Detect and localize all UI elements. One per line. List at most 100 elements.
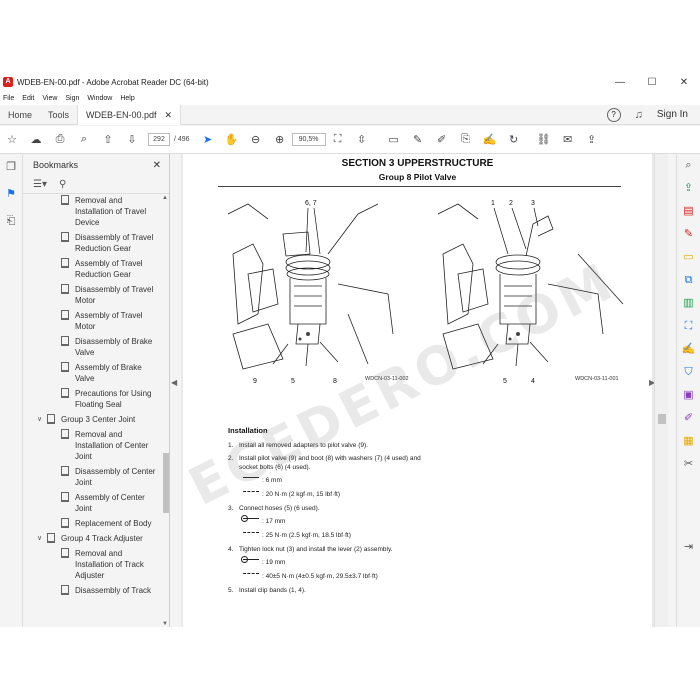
wrench-icon [241,556,259,566]
close-window-button[interactable]: ✕ [668,77,700,88]
more-tools-icon[interactable]: ✂ [677,453,700,476]
comment-icon[interactable]: ▭ [382,133,406,146]
bookmark-item[interactable]: Disassembly of Brake Valve [23,336,162,358]
bookmark-item[interactable]: Disassembly of Travel Reduction Gear [23,232,162,254]
bookmarks-scroll-thumb[interactable] [163,453,169,513]
create-pdf-icon[interactable]: ▤ [677,200,700,223]
tab-document[interactable]: WDEB-EN-00.pdf ✕ [77,104,182,125]
hand-tool-icon[interactable]: ✋ [220,133,244,146]
bookmark-item[interactable]: Assembly of Travel Motor [23,310,162,332]
bookmark-item[interactable]: Disassembly of Travel Motor [23,284,162,306]
bookmark-ribbon-icon [61,585,69,595]
menu-view[interactable]: View [42,95,57,102]
bookmark-item[interactable]: Removal and Installation of Track Adjust… [23,548,162,581]
bookmark-label: Assembly of Travel Reduction Gear [75,259,143,279]
document-scroll-thumb[interactable] [658,414,666,424]
stamp-icon[interactable]: ⎘ [454,133,478,146]
select-cursor-icon[interactable]: ➤ [196,133,220,146]
add-bookmark-icon[interactable]: ⚲ [59,179,66,190]
bookmark-item[interactable]: Disassembly of Track [23,585,162,596]
star-icon[interactable]: ☆ [0,133,24,146]
bookmark-ribbon-icon [61,362,69,372]
export-pdf-icon[interactable]: ⇪ [677,177,700,200]
expand-pane-icon[interactable]: ⇥ [677,536,700,559]
combine-files-icon[interactable]: ⧉ [677,269,700,292]
draw-icon[interactable]: ✐ [430,133,454,146]
minimize-button[interactable]: — [604,77,636,88]
bookmark-group[interactable]: ∨ Group 4 Track Adjuster [23,533,162,544]
bookmark-item[interactable]: Removal and Installation of Center Joint [23,429,162,462]
tab-tools[interactable]: Tools [40,105,77,125]
bookmark-options-icon[interactable]: ☰▾ [33,179,47,190]
maximize-button[interactable]: ☐ [636,77,668,88]
zoom-search-icon[interactable]: ⌕ [72,133,96,146]
hex-icon [243,477,259,484]
menu-window[interactable]: Window [87,95,112,102]
share-link-icon[interactable]: ⛓ [532,133,556,146]
bookmark-label: Disassembly of Brake Valve [75,337,153,357]
highlight-pen-icon[interactable]: ✎ [406,133,430,146]
document-view[interactable]: SECTION 3 UPPERSTRUCTURE Group 8 Pilot V… [181,154,654,627]
send-for-signature-icon[interactable]: ▣ [677,384,700,407]
notification-bell-icon[interactable]: ♫ [635,109,643,121]
scan-icon[interactable]: ⛶ [677,315,700,338]
tab-bar: Home Tools WDEB-EN-00.pdf ✕ ? ♫ Sign In [0,104,700,125]
search-tools-icon[interactable]: ⌕ [677,154,700,177]
callout-6-7: 6, 7 [305,200,317,207]
bookmark-label: Assembly of Center Joint [75,493,145,513]
bookmark-item[interactable]: Precautions for Using Floating Seal [23,388,162,410]
menu-sign[interactable]: Sign [65,95,79,102]
comment-tool-icon[interactable]: ▭ [677,246,700,269]
export-icon[interactable]: ⇪ [580,133,604,146]
fill-sign-tool-icon[interactable]: ✍ [677,338,700,361]
protect-shield-icon[interactable]: ⛉ [677,361,700,384]
menu-help[interactable]: Help [120,95,134,102]
chevron-down-icon[interactable]: ∨ [37,533,47,544]
upload-cloud-icon[interactable]: ☁ [24,133,48,146]
tab-close-button[interactable]: ✕ [164,105,172,125]
bookmark-label: Removal and Installation of Center Joint [75,430,149,461]
bookmarks-scrollbar[interactable]: ▲ ▼ [162,195,170,627]
edit-pdf-icon[interactable]: ✎ [677,223,700,246]
page-down-icon[interactable]: ⇩ [120,133,144,146]
bookmark-icon[interactable]: ⚑ [0,181,22,208]
help-button[interactable]: ? [606,107,621,122]
sign-in-button[interactable]: Sign In [657,109,688,120]
page-total: / 496 [174,136,190,143]
bookmark-item[interactable]: Replacement of Body [23,518,162,529]
spec-value: : 20 N·m (2 kgf·m, 15 lbf·ft) [262,491,341,498]
scroll-up-arrow-icon[interactable]: ▲ [162,195,168,201]
bookmark-item[interactable]: Disassembly of Center Joint [23,466,162,488]
scroll-mode-icon[interactable]: ⇳ [350,133,374,146]
menu-edit[interactable]: Edit [22,95,34,102]
attachment-icon[interactable]: ⎗ [0,208,22,235]
print-icon[interactable]: ⎙ [48,133,72,146]
chevron-down-icon[interactable]: ∨ [37,414,47,425]
collapse-left-panel-icon[interactable]: ◀ [171,378,177,387]
page-up-icon[interactable]: ⇧ [96,133,120,146]
page-fit-icon[interactable]: ⛶ [326,133,350,146]
bookmark-item[interactable]: Assembly of Center Joint [23,492,162,514]
step-number: 3. [228,505,234,512]
zoom-in-icon[interactable]: ⊕ [268,133,292,146]
page-thumbnails-icon[interactable]: ❐ [0,154,22,181]
fill-sign-icon[interactable]: ✍ [478,133,502,146]
zoom-level-select[interactable]: 90,5% [291,133,326,146]
bookmark-item[interactable]: Removal and Installation of Travel Devic… [23,195,162,228]
tab-home[interactable]: Home [0,105,40,125]
organize-pages-icon[interactable]: ▥ [677,292,700,315]
zoom-out-icon[interactable]: ⊖ [244,133,268,146]
compare-icon[interactable]: ▦ [677,430,700,453]
rotate-icon[interactable]: ↻ [502,133,526,146]
bookmarks-close-button[interactable]: ✕ [153,160,161,171]
bookmark-item[interactable]: Assembly of Travel Reduction Gear [23,258,162,280]
email-icon[interactable]: ✉ [556,133,580,146]
certificate-icon[interactable]: ✐ [677,407,700,430]
bookmark-item[interactable]: Assembly of Brake Valve [23,362,162,384]
menu-file[interactable]: File [3,95,14,102]
document-scrollbar[interactable] [654,154,668,627]
bookmark-ribbon-icon [61,388,69,398]
bookmark-group[interactable]: ∨ Group 3 Center Joint [23,414,162,425]
scroll-down-arrow-icon[interactable]: ▼ [162,621,168,627]
page-number-input[interactable]: 292 [148,133,170,146]
